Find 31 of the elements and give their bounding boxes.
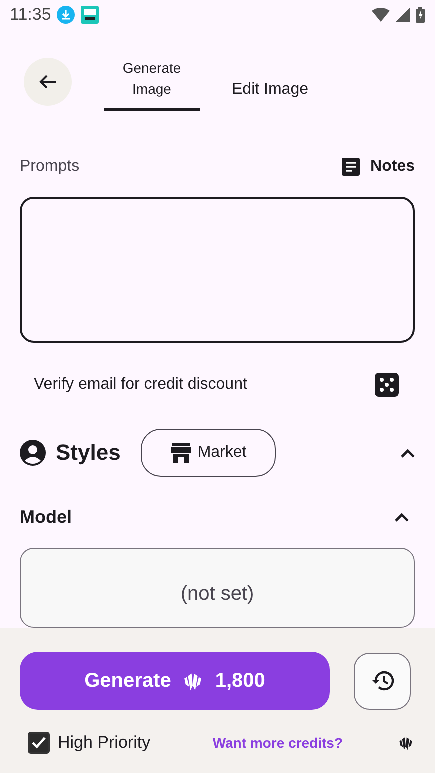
dice-icon[interactable] <box>375 373 399 397</box>
model-heading: Model <box>20 507 72 528</box>
history-icon[interactable] <box>370 670 394 692</box>
styles-heading: Styles <box>56 440 121 466</box>
credits-link[interactable]: Want more credits? <box>212 735 343 751</box>
chevron-up-icon[interactable] <box>401 448 415 458</box>
chevron-up-icon[interactable] <box>395 513 409 522</box>
wifi-icon <box>372 8 390 22</box>
notes-icon[interactable] <box>340 157 361 177</box>
back-button[interactable] <box>24 58 72 106</box>
store-icon[interactable] <box>170 442 192 464</box>
tab[interactable]: Edit Image <box>224 73 316 111</box>
high-priority-label: High Priority <box>58 733 151 753</box>
verify-email-notice: Verify email for credit discount <box>34 376 248 394</box>
signal-icon <box>396 8 410 22</box>
notes-button[interactable]: Notes <box>340 151 415 183</box>
app-notification-icon <box>81 6 100 24</box>
back-arrow-icon[interactable] <box>39 74 57 90</box>
prompts-label: Prompts <box>20 158 80 176</box>
download-icon <box>57 6 76 24</box>
clock-time: 11:35 <box>10 5 52 25</box>
prompt-input-field[interactable] <box>20 197 415 343</box>
model-selector[interactable]: (not set) <box>20 548 415 628</box>
history-button[interactable] <box>354 652 411 710</box>
market-button[interactable]: Market <box>140 429 276 477</box>
battery-icon <box>416 7 425 23</box>
user-icon <box>20 440 46 466</box>
generate-button[interactable]: Generate 1,800 <box>20 652 330 710</box>
checkmark-icon[interactable] <box>32 737 46 749</box>
checkbox[interactable] <box>28 732 50 754</box>
tab[interactable]: Generate Image <box>104 52 200 111</box>
